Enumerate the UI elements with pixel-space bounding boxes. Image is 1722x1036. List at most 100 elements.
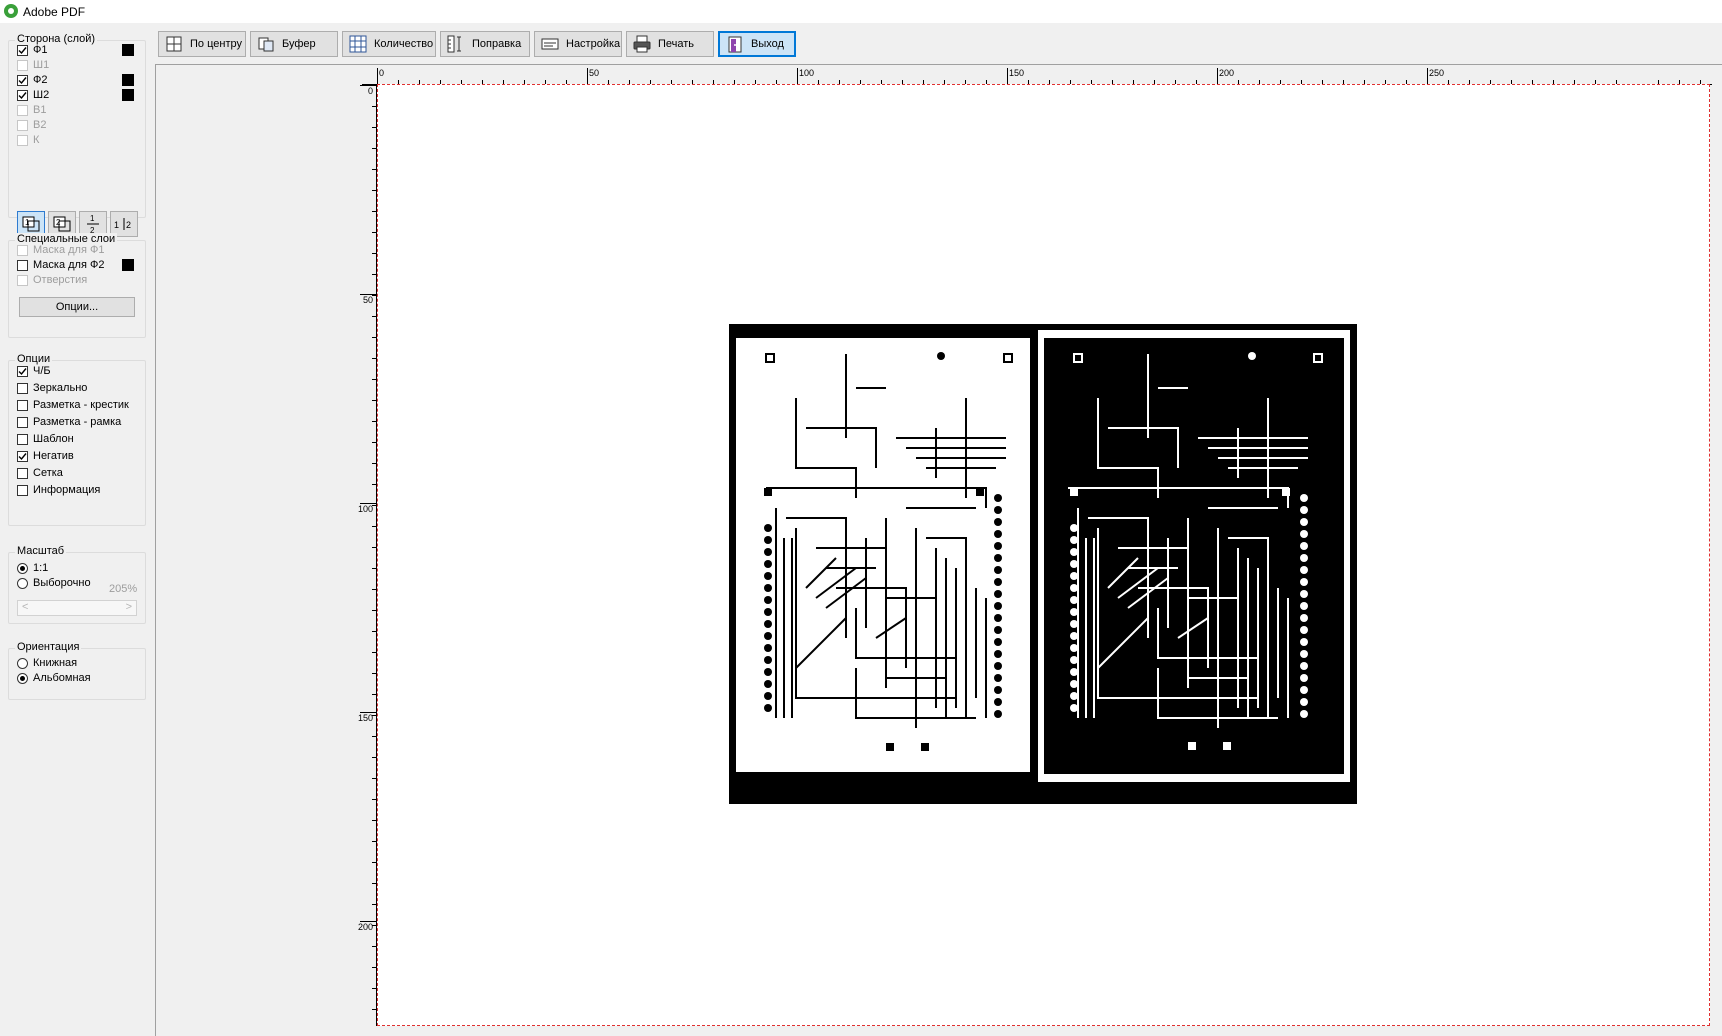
ruler-minor-tick [372, 946, 376, 947]
option-checkbox-0[interactable]: Ч/Б [17, 364, 51, 378]
checkbox-label: Шаблон [33, 433, 74, 445]
layer-color-swatch[interactable] [122, 44, 134, 56]
checkbox-box[interactable] [17, 467, 28, 479]
ruler-minor-tick [372, 988, 376, 989]
scale-radio-0[interactable]: 1:1 [17, 561, 48, 575]
window-title: Adobe PDF [23, 5, 86, 19]
checkbox-label: Разметка - рамка [33, 416, 122, 428]
checkbox-box[interactable] [17, 259, 28, 271]
custom-scale-percent: 205% [109, 583, 138, 595]
ruler-minor-tick [372, 778, 376, 779]
ruler-label: 200 [357, 922, 373, 932]
ruler-label: 250 [1429, 68, 1445, 78]
checkbox-label: Разметка - крестик [33, 399, 129, 411]
ruler-major-tick [797, 68, 798, 84]
checkbox-box [17, 59, 28, 71]
layer-checkbox-2[interactable]: Ф2 [17, 73, 47, 87]
ruler-label: 50 [589, 68, 600, 78]
clipboard-button[interactable]: Буфер [250, 31, 338, 57]
ruler-label: 100 [357, 504, 373, 514]
center-button[interactable]: По центру [158, 31, 246, 57]
checkbox-label: Ч/Б [33, 365, 51, 377]
checkbox-label: Отверстия [33, 274, 88, 286]
special-layer-checkbox-0: Маска для Ф1 [17, 243, 104, 257]
option-checkbox-4[interactable]: Шаблон [17, 432, 74, 446]
checkbox-label: Ф2 [33, 74, 48, 86]
checkbox-box[interactable] [17, 44, 28, 56]
radio-button[interactable] [17, 657, 28, 669]
layer-options-button[interactable]: Опции... [19, 297, 135, 317]
checkbox-box[interactable] [17, 416, 28, 428]
ruler-minor-tick [372, 715, 376, 716]
ruler-minor-tick [372, 442, 376, 443]
printer-icon [633, 35, 651, 53]
radio-button[interactable] [17, 577, 28, 589]
scale-radio-1[interactable]: Выборочно [17, 576, 91, 590]
ruler-label: 100 [799, 68, 815, 78]
checkbox-box[interactable] [17, 74, 28, 86]
layer-color-swatch[interactable] [122, 259, 134, 271]
layer-checkbox-5: В2 [17, 118, 46, 132]
checkbox-box[interactable] [17, 433, 28, 445]
center-icon [166, 36, 182, 52]
ruler-minor-tick [372, 631, 376, 632]
correction-button[interactable]: Поправка [440, 31, 530, 57]
svg-text:1: 1 [25, 218, 30, 227]
checkbox-label: К [33, 134, 40, 146]
radio-button[interactable] [17, 562, 28, 574]
option-checkbox-2[interactable]: Разметка - крестик [17, 398, 129, 412]
ruler-minor-tick [372, 190, 376, 191]
ruler-minor-tick [372, 337, 376, 338]
ruler-minor-tick [372, 253, 376, 254]
ruler-minor-tick [372, 925, 376, 926]
special-layers-group: Специальные слои Маска для Ф1 Маска для Ф… [8, 233, 146, 338]
slider-left-arrow[interactable]: < [22, 601, 28, 613]
settings-button[interactable]: Настройка [534, 31, 622, 57]
ruler-minor-tick [372, 799, 376, 800]
checkbox-box[interactable] [17, 484, 28, 496]
checkbox-box[interactable] [17, 399, 28, 411]
layer-checkbox-0[interactable]: Ф1 [17, 43, 47, 57]
option-checkbox-6[interactable]: Сетка [17, 466, 63, 480]
ruler-label: 0 [367, 86, 373, 96]
exit-button[interactable]: Выход [718, 31, 796, 57]
ruler-minor-tick [372, 883, 376, 884]
radio-label: Книжная [33, 657, 78, 669]
ruler-label: 150 [357, 713, 373, 723]
quantity-button[interactable]: Количество [342, 31, 436, 57]
radio-button[interactable] [17, 672, 28, 684]
scale-slider[interactable]: < > [17, 600, 137, 616]
checkbox-box [17, 274, 28, 286]
layer-color-swatch[interactable] [122, 89, 134, 101]
option-checkbox-3[interactable]: Разметка - рамка [17, 415, 121, 429]
clipboard-button-label: Буфер [282, 38, 316, 50]
checkbox-box[interactable] [17, 450, 28, 462]
orientation-group: Ориентация Книжная Альбомная [8, 641, 146, 700]
ruler-minor-tick [372, 673, 376, 674]
ruler-minor-tick [372, 505, 376, 506]
layer-color-swatch[interactable] [122, 74, 134, 86]
layer-checkbox-3[interactable]: Ш2 [17, 88, 49, 102]
print-button[interactable]: Печать [626, 31, 714, 57]
slider-right-arrow[interactable]: > [126, 601, 132, 613]
quantity-button-label: Количество [374, 38, 434, 50]
checkbox-box[interactable] [17, 365, 28, 377]
orientation-radio-0[interactable]: Книжная [17, 656, 77, 670]
checkbox-label: В2 [33, 119, 47, 131]
exit-icon [728, 36, 742, 53]
special-layer-checkbox-1[interactable]: Маска для Ф2 [17, 258, 104, 272]
ruler-minor-tick [372, 967, 376, 968]
app-logo-icon [4, 4, 18, 18]
checkbox-box[interactable] [17, 382, 28, 394]
checkbox-box[interactable] [17, 89, 28, 101]
option-checkbox-5[interactable]: Негатив [17, 449, 74, 463]
settings-button-label: Настройка [566, 38, 621, 50]
checkbox-label: Сетка [33, 467, 63, 479]
ruler-minor-tick [372, 295, 376, 296]
ruler-major-tick [1427, 68, 1428, 84]
checkbox-box [17, 134, 28, 146]
option-checkbox-7[interactable]: Информация [17, 483, 100, 497]
ruler-minor-tick [372, 148, 376, 149]
orientation-radio-1[interactable]: Альбомная [17, 671, 91, 685]
option-checkbox-1[interactable]: Зеркально [17, 381, 87, 395]
